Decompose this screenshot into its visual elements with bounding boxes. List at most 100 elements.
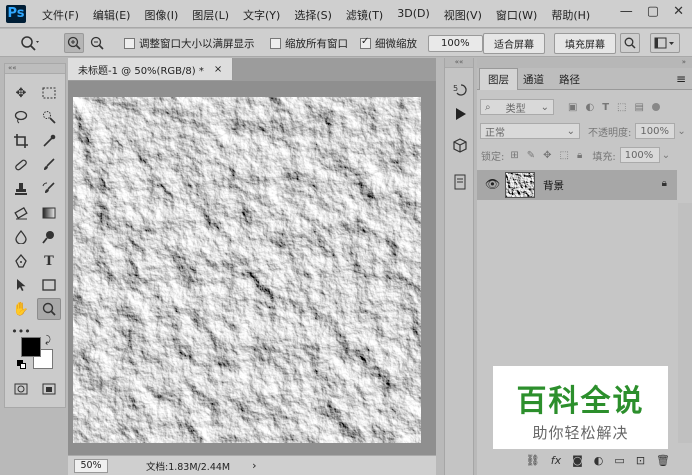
- properties-icon: [454, 174, 466, 190]
- panel-header[interactable]: »: [477, 58, 692, 68]
- filter-smart-object-icon[interactable]: ▤: [634, 102, 643, 113]
- dock-header[interactable]: ««: [445, 58, 473, 68]
- document-canvas[interactable]: [73, 97, 421, 443]
- new-group-icon[interactable]: ▭: [614, 454, 624, 467]
- stamp-tool[interactable]: [9, 178, 33, 200]
- visibility-eye-icon[interactable]: 👁︎: [485, 177, 500, 191]
- fill-dropdown-icon[interactable]: ⌄: [662, 150, 670, 161]
- filter-type-icon[interactable]: T: [602, 102, 609, 113]
- pen-tool[interactable]: [9, 250, 33, 272]
- eraser-tool[interactable]: [9, 202, 33, 224]
- crop-tool[interactable]: [9, 130, 33, 152]
- zoom-tool[interactable]: [37, 298, 61, 320]
- shape-tool[interactable]: [37, 274, 61, 296]
- menu-view[interactable]: 视图(V): [444, 7, 482, 23]
- tab-paths[interactable]: 路径: [551, 68, 588, 90]
- menu-help[interactable]: 帮助(H): [551, 7, 590, 23]
- dodge-tool[interactable]: [37, 226, 61, 248]
- move-tool[interactable]: ✥: [9, 82, 33, 104]
- menu-type[interactable]: 文字(Y): [243, 7, 280, 23]
- resize-windows-checkbox[interactable]: 调整窗口大小以满屏显示: [124, 33, 255, 53]
- scrubby-zoom-checkbox[interactable]: 细微缩放: [360, 33, 417, 53]
- marquee-tool[interactable]: [37, 82, 61, 104]
- type-tool[interactable]: T: [37, 250, 61, 272]
- panel-scrollbar[interactable]: [678, 203, 692, 443]
- maximize-button[interactable]: ▢: [647, 4, 659, 19]
- lock-artboard-icon[interactable]: ⬚: [560, 150, 569, 161]
- history-panel-button[interactable]: 5: [450, 80, 470, 100]
- menu-3d[interactable]: 3D(D): [397, 7, 430, 23]
- tool-preset-picker[interactable]: [20, 33, 40, 53]
- menu-image[interactable]: 图像(I): [144, 7, 178, 23]
- close-button[interactable]: ✕: [673, 4, 684, 19]
- brush-tool[interactable]: [37, 154, 61, 176]
- opacity-input[interactable]: 100%: [635, 123, 676, 139]
- type-icon: T: [44, 253, 54, 269]
- lock-all-icon[interactable]: 🔒︎: [577, 150, 582, 161]
- lock-transparent-icon[interactable]: ⊞: [510, 150, 518, 161]
- history-brush-tool[interactable]: [37, 178, 61, 200]
- new-layer-icon[interactable]: ⊡: [636, 454, 645, 467]
- opacity-dropdown-icon[interactable]: ⌄: [677, 126, 685, 137]
- filter-kind-select[interactable]: ⌕ 类型 ⌄: [480, 99, 554, 115]
- lock-image-icon[interactable]: ✎: [527, 150, 535, 161]
- document-size-info[interactable]: 文档:1.83M/2.44M: [146, 459, 230, 473]
- quick-mask-button[interactable]: [9, 378, 33, 400]
- lock-position-icon[interactable]: ✥: [543, 150, 551, 161]
- filter-pixel-icon[interactable]: ▣: [568, 102, 577, 113]
- swap-colors-icon[interactable]: ⤸: [45, 335, 51, 346]
- filter-shape-icon[interactable]: ⬚: [617, 102, 626, 113]
- layer-row-background[interactable]: 👁︎ 背景 🔒︎: [477, 170, 677, 200]
- actions-panel-button[interactable]: [450, 104, 470, 124]
- default-colors-icon[interactable]: [17, 360, 26, 369]
- quick-select-tool[interactable]: [37, 106, 61, 128]
- workspace-switcher[interactable]: [650, 33, 680, 53]
- menu-layer[interactable]: 图层(L): [192, 7, 229, 23]
- zoom-value-field[interactable]: 100%: [428, 34, 483, 52]
- menu-select[interactable]: 选择(S): [294, 7, 332, 23]
- eyedropper-tool[interactable]: [37, 130, 61, 152]
- filter-toggle-icon[interactable]: [651, 103, 660, 111]
- add-mask-icon[interactable]: ◙: [572, 454, 583, 467]
- panel-menu-icon[interactable]: ≡: [676, 72, 686, 86]
- properties-panel-button[interactable]: [450, 172, 470, 192]
- lasso-tool[interactable]: [9, 106, 33, 128]
- foreground-color-swatch[interactable]: [21, 337, 41, 357]
- status-zoom-field[interactable]: 50%: [74, 458, 108, 473]
- zoom-all-checkbox[interactable]: 缩放所有窗口: [270, 33, 348, 53]
- tab-layers[interactable]: 图层: [479, 68, 518, 90]
- fx-icon[interactable]: fx: [551, 454, 561, 467]
- minimize-button[interactable]: —: [620, 4, 633, 19]
- window-controls: — ▢ ✕: [620, 4, 684, 19]
- 3d-panel-button[interactable]: [450, 136, 470, 156]
- menu-filter[interactable]: 滤镜(T): [346, 7, 383, 23]
- zoom-in-button[interactable]: [64, 33, 84, 53]
- menu-edit[interactable]: 编辑(E): [93, 7, 131, 23]
- crop-icon: [14, 134, 28, 148]
- menu-window[interactable]: 窗口(W): [496, 7, 537, 23]
- fill-screen-button[interactable]: 填充屏幕: [554, 32, 616, 54]
- document-tab[interactable]: 未标题-1 @ 50%(RGB/8) * ×: [68, 58, 234, 80]
- tools-panel-header[interactable]: ««: [5, 64, 65, 74]
- zoom-out-icon: [90, 36, 104, 50]
- hand-tool[interactable]: ✋: [9, 298, 33, 320]
- fill-input[interactable]: 100%: [619, 147, 660, 163]
- path-selection-tool[interactable]: [9, 274, 33, 296]
- trash-icon[interactable]: 🗑︎: [656, 454, 670, 467]
- gradient-tool[interactable]: [37, 202, 61, 224]
- layer-name[interactable]: 背景: [543, 178, 564, 193]
- fit-screen-button[interactable]: 适合屏幕: [483, 32, 545, 54]
- zoom-out-button[interactable]: [87, 33, 107, 53]
- status-menu-arrow[interactable]: ›: [252, 459, 256, 472]
- tab-channels[interactable]: 通道: [515, 68, 552, 90]
- link-layers-icon[interactable]: ⛓: [526, 454, 540, 467]
- filter-adjustment-icon[interactable]: ◐: [585, 102, 594, 113]
- menu-file[interactable]: 文件(F): [42, 7, 79, 23]
- blend-mode-select[interactable]: 正常 ⌄: [480, 123, 580, 139]
- close-tab-icon[interactable]: ×: [214, 64, 222, 75]
- adjustment-layer-icon[interactable]: ◐: [594, 454, 604, 467]
- screen-mode-button[interactable]: [37, 378, 61, 400]
- blur-tool[interactable]: [9, 226, 33, 248]
- search-button[interactable]: [620, 33, 640, 53]
- healing-brush-tool[interactable]: [9, 154, 33, 176]
